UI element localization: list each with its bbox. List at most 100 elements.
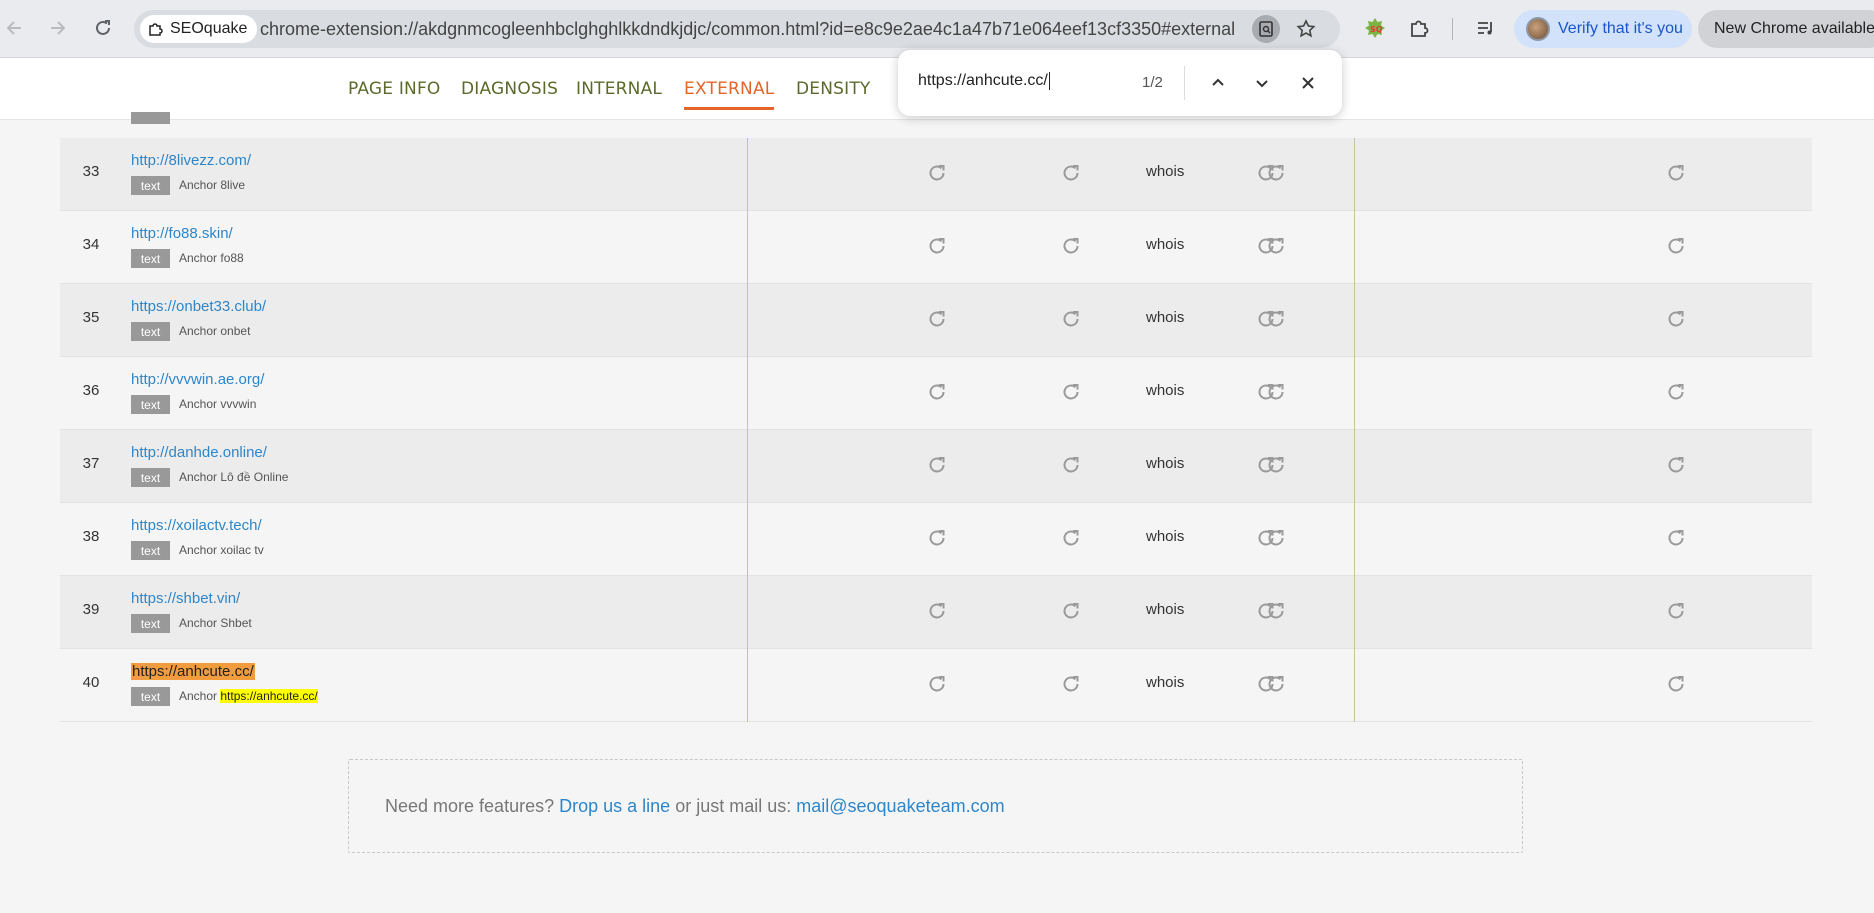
refresh-icon[interactable] xyxy=(926,527,948,549)
refresh-icon[interactable] xyxy=(1665,600,1687,622)
external-url-link[interactable]: https://xoilactv.tech/ xyxy=(131,517,262,534)
whois-link[interactable]: whois xyxy=(1146,528,1184,545)
find-query: https://anhcute.cc/ xyxy=(918,72,1048,90)
back-button[interactable] xyxy=(0,13,30,43)
refresh-icon[interactable] xyxy=(1665,673,1687,695)
email-link[interactable]: mail@seoquaketeam.com xyxy=(796,796,1004,816)
refresh-icon[interactable] xyxy=(1255,381,1277,403)
whois-link[interactable]: whois xyxy=(1146,455,1184,472)
anchor-prefix: Anchor xyxy=(179,470,218,484)
refresh-icon[interactable] xyxy=(1255,527,1277,549)
whois-link[interactable]: whois xyxy=(1146,674,1184,691)
anchor-info: Anchor Lô đề Online xyxy=(179,470,288,484)
refresh-icon[interactable] xyxy=(1255,235,1277,257)
external-url-link[interactable]: https://anhcute.cc/ xyxy=(131,663,255,680)
anchor-text: fo88 xyxy=(220,251,244,265)
anchor-text: Shbet xyxy=(220,616,252,630)
table-row: 40 https://anhcute.cc/text Anchor https://… xyxy=(60,649,1812,722)
refresh-icon[interactable] xyxy=(1255,600,1277,622)
refresh-icon[interactable] xyxy=(1665,527,1687,549)
external-url-link[interactable]: http://fo88.skin/ xyxy=(131,225,233,242)
find-close-button[interactable] xyxy=(1294,69,1322,97)
refresh-icon[interactable] xyxy=(1060,527,1082,549)
find-page-icon xyxy=(1259,21,1273,37)
drop-us-a-line-link[interactable]: Drop us a line xyxy=(559,796,670,816)
anchor-text: 8live xyxy=(220,178,246,192)
find-previous-button[interactable] xyxy=(1204,69,1232,97)
site-info-chip[interactable]: SEOquake xyxy=(140,15,258,43)
reload-button[interactable] xyxy=(88,13,118,43)
extensions-button[interactable] xyxy=(1405,13,1435,43)
refresh-icon[interactable] xyxy=(1665,235,1687,257)
tab-internal[interactable]: INTERNAL xyxy=(576,79,662,107)
tab-page-info[interactable]: PAGE INFO xyxy=(348,79,441,107)
star-icon xyxy=(1296,19,1316,38)
refresh-icon[interactable] xyxy=(1255,454,1277,476)
seoquake-icon: SQ xyxy=(1365,18,1385,38)
anchor-info: Anchor https://anhcute.cc/ xyxy=(179,689,318,703)
link-type-tag: text xyxy=(131,322,170,341)
bookmark-button[interactable] xyxy=(1292,15,1320,43)
refresh-icon[interactable] xyxy=(1060,600,1082,622)
refresh-icon[interactable] xyxy=(1665,454,1687,476)
whois-link[interactable]: whois xyxy=(1146,601,1184,618)
table-row: 37 http://danhde.online/text Anchor Lô đề … xyxy=(60,430,1812,503)
refresh-icon[interactable] xyxy=(1060,673,1082,695)
media-controls-button[interactable] xyxy=(1471,13,1501,43)
tab-external[interactable]: EXTERNAL xyxy=(684,79,775,110)
refresh-icon[interactable] xyxy=(1255,673,1277,695)
find-in-page-button[interactable] xyxy=(1252,15,1280,43)
whois-link[interactable]: whois xyxy=(1146,163,1184,180)
refresh-icon[interactable] xyxy=(1060,454,1082,476)
external-url-link[interactable]: http://danhde.online/ xyxy=(131,444,267,461)
column-divider xyxy=(1354,138,1355,722)
refresh-icon[interactable] xyxy=(1060,235,1082,257)
verify-identity-button[interactable]: Verify that it's you xyxy=(1514,10,1692,48)
external-url-link[interactable]: https://shbet.vin/ xyxy=(131,590,240,607)
refresh-icon[interactable] xyxy=(1060,308,1082,330)
row-number: 34 xyxy=(82,236,100,253)
refresh-icon[interactable] xyxy=(926,381,948,403)
anchor-info: Anchor 8live xyxy=(179,178,245,192)
address-bar[interactable]: SEOquake chrome-extension://akdgnmcoglee… xyxy=(134,10,1340,48)
refresh-icon[interactable] xyxy=(1255,308,1277,330)
refresh-icon[interactable] xyxy=(926,235,948,257)
whois-link[interactable]: whois xyxy=(1146,309,1184,326)
forward-button[interactable] xyxy=(42,13,72,43)
refresh-icon[interactable] xyxy=(926,162,948,184)
refresh-icon[interactable] xyxy=(1665,308,1687,330)
tab-diagnosis[interactable]: DIAGNOSIS xyxy=(461,79,558,107)
tab-density[interactable]: DENSITY xyxy=(796,79,871,107)
find-next-button[interactable] xyxy=(1248,69,1276,97)
reload-icon xyxy=(96,20,110,35)
refresh-icon[interactable] xyxy=(1255,162,1277,184)
refresh-icon[interactable] xyxy=(1060,162,1082,184)
anchor-text: vvvwin xyxy=(220,397,257,411)
refresh-icon[interactable] xyxy=(1665,162,1687,184)
refresh-icon[interactable] xyxy=(926,454,948,476)
playlist-icon xyxy=(1478,22,1492,35)
external-url-link[interactable]: http://vvvwin.ae.org/ xyxy=(131,371,264,388)
row-number: 33 xyxy=(82,163,100,180)
url-text[interactable]: chrome-extension://akdgnmcogleenhbclghgh… xyxy=(260,19,1235,40)
whois-link[interactable]: whois xyxy=(1146,236,1184,253)
refresh-icon[interactable] xyxy=(926,673,948,695)
find-input[interactable]: https://anhcute.cc/ xyxy=(918,72,1050,90)
seoquake-extension-button[interactable]: SQ xyxy=(1360,13,1390,43)
refresh-icon[interactable] xyxy=(1665,381,1687,403)
toolbar-divider xyxy=(1452,18,1453,40)
anchor-prefix: Anchor xyxy=(179,689,218,703)
external-url-link[interactable]: https://onbet33.club/ xyxy=(131,298,266,315)
link-type-tag: text xyxy=(131,541,170,560)
anchor-prefix: Anchor xyxy=(179,324,218,338)
whois-link[interactable]: whois xyxy=(1146,382,1184,399)
refresh-icon[interactable] xyxy=(1060,381,1082,403)
anchor-info: Anchor Shbet xyxy=(179,616,252,630)
external-url-link[interactable]: http://8livezz.com/ xyxy=(131,152,251,169)
new-chrome-button[interactable]: New Chrome available xyxy=(1698,10,1874,48)
refresh-icon[interactable] xyxy=(926,308,948,330)
refresh-icon[interactable] xyxy=(926,600,948,622)
anchor-prefix: Anchor xyxy=(179,616,218,630)
anchor-prefix: Anchor xyxy=(179,397,218,411)
link-type-tag: text xyxy=(131,176,170,195)
